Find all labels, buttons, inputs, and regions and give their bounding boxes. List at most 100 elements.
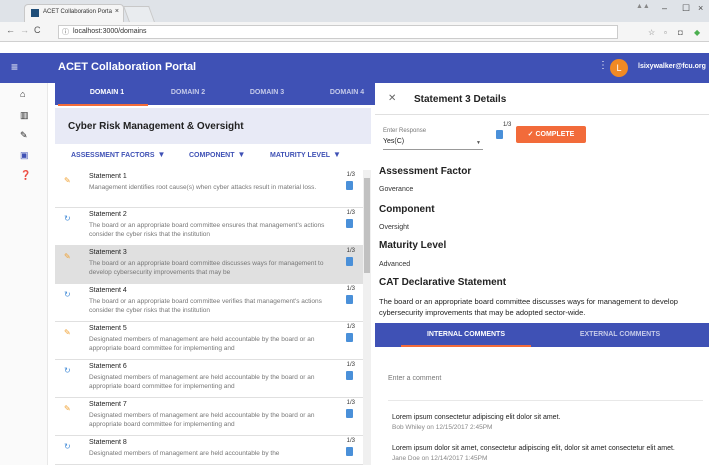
comment-divider: [388, 400, 703, 401]
statement-count: 1/3: [346, 400, 355, 406]
url-text: localhost:3000/domains: [73, 28, 147, 35]
comment-input[interactable]: Enter a comment: [388, 375, 441, 382]
filter-funnel-icon: ▼: [157, 150, 166, 159]
filter-maturity-level[interactable]: MATURITY LEVEL ▼: [270, 150, 341, 159]
reload-icon[interactable]: C: [34, 25, 41, 35]
response-select[interactable]: Yes(C) ▼: [383, 138, 483, 150]
browser-tab[interactable]: ACET Collaboration Porta ×: [24, 4, 124, 22]
response-label: Enter Response: [383, 128, 427, 134]
details-title: Statement 3 Details: [414, 94, 507, 105]
active-comment-tab-indicator: [401, 345, 531, 347]
comment-meta: Jane Doe on 12/14/2017 1:45PM: [392, 455, 488, 462]
assessment-factor-value: Goverance: [379, 186, 414, 193]
section-title: Cyber Risk Management & Oversight: [68, 121, 244, 132]
close-icon[interactable]: ✕: [388, 93, 396, 104]
cast-icon[interactable]: ◘: [678, 28, 683, 37]
filter-assessment-factors[interactable]: ASSESSMENT FACTORS ▼: [71, 150, 165, 159]
edit-complete-icon: ✎: [64, 404, 71, 413]
statement-item-2[interactable]: ↻ Statement 2 The board or an appropriat…: [55, 208, 363, 246]
extension-icon[interactable]: ▫: [664, 28, 667, 37]
statement-count: 1/3: [346, 286, 355, 292]
filter-funnel-icon: ▼: [237, 150, 246, 159]
extension-green-icon[interactable]: ◆: [694, 28, 700, 37]
help-icon[interactable]: ❓: [20, 170, 31, 181]
document-icon[interactable]: [346, 409, 353, 418]
declarative-statement: The board or an appropriate board commit…: [379, 297, 678, 317]
new-tab-button[interactable]: [123, 6, 155, 22]
avatar[interactable]: L: [610, 59, 628, 77]
tab-external-comments[interactable]: EXTERNAL COMMENTS: [555, 331, 685, 338]
home-icon[interactable]: ⌂: [20, 89, 25, 99]
statement-item-5[interactable]: ✎ Statement 5 Designated members of mana…: [55, 322, 363, 360]
edit-icon[interactable]: ✎: [20, 130, 28, 141]
in-progress-icon: ↻: [64, 442, 71, 451]
document-icon[interactable]: [346, 219, 353, 228]
document-icon[interactable]: [346, 447, 353, 456]
domain-tabs: DOMAIN 1 DOMAIN 2 DOMAIN 3 DOMAIN 4: [55, 83, 375, 105]
scrollbar-thumb[interactable]: [364, 178, 370, 273]
comment-meta: Bob Whiley on 12/15/2017 2:45PM: [392, 424, 493, 431]
statement-name: Statement 5: [89, 325, 127, 332]
filter-label: ASSESSMENT FACTORS: [71, 152, 155, 159]
url-input[interactable]: ⓘ localhost:3000/domains: [58, 25, 618, 39]
tab-domain-1[interactable]: DOMAIN 1: [77, 89, 137, 96]
active-tab-indicator: [58, 104, 148, 106]
document-icon[interactable]: [346, 371, 353, 380]
tab-domain-4[interactable]: DOMAIN 4: [317, 89, 377, 96]
statement-item-1[interactable]: ✎ Statement 1 Management identifies root…: [55, 170, 363, 208]
document-icon[interactable]: [346, 181, 353, 190]
filter-component[interactable]: COMPONENT ▼: [189, 150, 245, 159]
statement-item-8[interactable]: ↻ Statement 8 Designated members of mana…: [55, 436, 363, 465]
document-icon[interactable]: [346, 333, 353, 342]
complete-button[interactable]: ✓ COMPLETE: [516, 126, 586, 143]
back-arrow-icon[interactable]: ←: [6, 25, 15, 35]
minimize-button[interactable]: –: [662, 3, 667, 13]
document-icon[interactable]: [496, 130, 503, 139]
window-close-button[interactable]: ×: [698, 3, 703, 13]
statement-count: 1/3: [346, 210, 355, 216]
document-icon[interactable]: [346, 257, 353, 266]
forward-arrow-icon[interactable]: →: [20, 25, 29, 35]
edit-complete-icon: ✎: [64, 252, 71, 261]
statement-count: 1/3: [346, 172, 355, 178]
info-icon: ⓘ: [62, 29, 69, 36]
comment-text: Lorem ipsum dolor sit amet, consectetur …: [392, 445, 675, 452]
statement-description: The board or an appropriate board commit…: [89, 298, 322, 314]
component-value: Oversight: [379, 224, 409, 231]
component-heading: Component: [379, 204, 435, 215]
maximize-button[interactable]: ☐: [682, 3, 690, 14]
edit-complete-icon: ✎: [64, 328, 71, 337]
statement-item-7[interactable]: ✎ Statement 7 Designated members of mana…: [55, 398, 363, 436]
declarative-heading: CAT Declarative Statement: [379, 277, 507, 288]
tab-domain-2[interactable]: DOMAIN 2: [158, 89, 218, 96]
statement-name: Statement 4: [89, 287, 127, 294]
tab-internal-comments[interactable]: INTERNAL COMMENTS: [401, 331, 531, 338]
statement-list: ✎ Statement 1 Management identifies root…: [55, 170, 363, 465]
document-icon[interactable]: [346, 295, 353, 304]
statement-item-3[interactable]: ✎ Statement 3 The board or an appropriat…: [55, 246, 363, 284]
statement-name: Statement 1: [89, 173, 127, 180]
statement-item-6[interactable]: ↻ Statement 6 Designated members of mana…: [55, 360, 363, 398]
assessment-factor-heading: Assessment Factor: [379, 166, 472, 177]
statement-item-4[interactable]: ↻ Statement 4 The board or an appropriat…: [55, 284, 363, 322]
statement-description: Designated members of management are hel…: [89, 450, 280, 457]
maturity-level-value: Advanced: [379, 261, 411, 268]
statement-count: 1/3: [346, 324, 355, 330]
user-profile-icon[interactable]: ▲▲: [636, 3, 650, 10]
username[interactable]: lsixywalker@fcu.org: [638, 63, 706, 70]
tab-domain-3[interactable]: DOMAIN 3: [237, 89, 297, 96]
dashboard-icon[interactable]: ▥: [20, 110, 29, 121]
menu-icon[interactable]: ≡: [11, 60, 18, 74]
app-title: ACET Collaboration Portal: [58, 61, 197, 73]
statement-name: Statement 7: [89, 401, 127, 408]
details-count: 1/3: [503, 122, 512, 128]
statement-count: 1/3: [346, 362, 355, 368]
statement-name: Statement 6: [89, 363, 127, 370]
comment-tabs: INTERNAL COMMENTS EXTERNAL COMMENTS: [375, 323, 709, 347]
in-progress-icon: ↻: [64, 366, 71, 375]
more-vert-icon[interactable]: ⋮: [598, 60, 608, 71]
assessment-icon[interactable]: ▣: [20, 150, 29, 161]
favicon-icon: [31, 9, 39, 17]
tab-close-icon[interactable]: ×: [115, 8, 119, 15]
star-icon[interactable]: ☆: [648, 28, 655, 37]
